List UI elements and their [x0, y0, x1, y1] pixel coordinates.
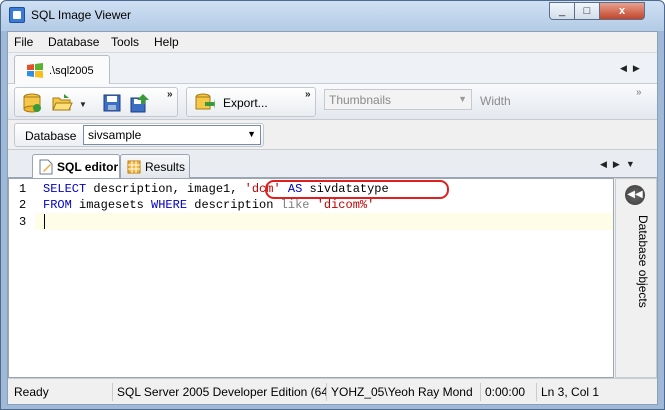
status-bar: Ready SQL Server 2005 Developer Edition …: [8, 378, 657, 404]
export-button[interactable]: Export...: [223, 96, 268, 110]
chevron-down-icon: ▼: [458, 94, 467, 104]
server-tab[interactable]: .\sql2005: [14, 55, 110, 85]
chevron-down-icon: ▼: [247, 129, 256, 139]
save-icon[interactable]: [101, 92, 123, 114]
server-tab-label: .\sql2005: [49, 65, 94, 77]
line-number: 1: [19, 182, 27, 196]
line-number: 2: [19, 198, 27, 212]
app-icon: [9, 7, 25, 23]
database-selector-group: Database sivsample ▼: [14, 123, 264, 147]
client-area: File Database Tools Help .\sql2005 ◀▶ ▼ …: [7, 31, 658, 405]
code-text: description, image1,: [86, 182, 245, 196]
menu-file[interactable]: File: [14, 35, 33, 49]
close-button[interactable]: x: [599, 2, 645, 20]
export-overflow-chevron[interactable]: »: [305, 89, 311, 100]
line-number: 3: [19, 215, 27, 229]
export-icon[interactable]: [193, 92, 215, 114]
editor-tab-strip: SQL editor Results ◀▶▼: [8, 150, 657, 179]
status-elapsed: 0:00:00: [480, 383, 536, 401]
string-literal: 'dicom%': [316, 198, 375, 212]
code-text: imagesets: [71, 198, 152, 212]
database-objects-panel: ◀◀ Database objects: [615, 178, 657, 378]
open-dropdown-caret[interactable]: ▼: [79, 100, 87, 109]
keyword-select: SELECT: [43, 182, 87, 196]
database-select[interactable]: sivsample ▼: [83, 125, 261, 145]
menu-tools[interactable]: Tools: [111, 35, 139, 49]
status-cursor-position: Ln 3, Col 1: [536, 383, 654, 401]
menu-bar: File Database Tools Help: [8, 32, 657, 52]
view-mode-value: Thumbnails: [329, 93, 392, 107]
grid-icon: [127, 160, 141, 174]
title-bar[interactable]: SQL Image Viewer _ □ x: [1, 1, 664, 31]
window-title: SQL Image Viewer: [31, 8, 132, 22]
line-number-gutter: 1 2 3: [9, 179, 35, 377]
tab-results-label: Results: [145, 160, 186, 174]
status-state: Ready: [14, 385, 49, 399]
folder-open-icon[interactable]: [51, 92, 73, 114]
menu-database[interactable]: Database: [48, 35, 99, 49]
view-overflow-chevron[interactable]: »: [636, 87, 642, 98]
status-user: YOHZ_05\Yeoh Ray Mond: [326, 383, 480, 401]
keyword-from: FROM: [43, 198, 72, 212]
highlight-annotation-ellipse: [265, 180, 449, 199]
view-mode-select[interactable]: Thumbnails ▼: [324, 89, 472, 110]
maximize-button[interactable]: □: [574, 2, 600, 20]
tab-sql-editor-label: SQL editor: [57, 160, 119, 174]
toolbar-overflow-chevron[interactable]: »: [167, 89, 173, 100]
main-toolbar: ▼ » Export... » Thumbnails ▼ Width »: [8, 84, 657, 120]
editor-tab-scroll-arrows[interactable]: ◀▶▼: [600, 159, 641, 170]
status-server: SQL Server 2005 Developer Edition (64-l: [112, 383, 326, 401]
menu-help[interactable]: Help: [154, 35, 179, 49]
width-label: Width: [480, 94, 511, 108]
save-all-icon[interactable]: [129, 92, 151, 114]
database-bar: Database sivsample ▼: [8, 120, 657, 150]
database-selected-value: sivsample: [88, 128, 142, 142]
database-objects-label[interactable]: Database objects: [636, 215, 650, 308]
collapse-left-icon[interactable]: ◀◀: [625, 185, 645, 205]
sql-editor-icon: [39, 159, 53, 175]
keyword-where: WHERE: [151, 198, 188, 212]
app-window: SQL Image Viewer _ □ x File Database Too…: [0, 0, 665, 410]
text-caret: [44, 214, 45, 229]
file-toolbar-group: ▼ »: [14, 87, 178, 117]
database-label: Database: [25, 129, 77, 143]
minimize-button[interactable]: _: [549, 2, 575, 20]
database-add-icon[interactable]: [21, 92, 43, 114]
code-line-2: FROM imagesets WHERE description like 'd…: [43, 198, 374, 212]
operator-like: like: [280, 198, 310, 212]
server-tab-scroll-arrows[interactable]: ◀▶: [620, 63, 646, 74]
sql-editor[interactable]: 1 2 3 SELECT description, image1, 'dcm' …: [8, 178, 614, 378]
export-toolbar-group: Export... »: [186, 87, 316, 117]
tab-results[interactable]: Results: [120, 154, 190, 178]
windows-server-icon: [27, 63, 43, 78]
tab-sql-editor[interactable]: SQL editor: [32, 154, 120, 179]
current-line-highlight: [35, 213, 613, 230]
server-tab-strip: .\sql2005 ◀▶: [8, 52, 657, 85]
code-text: description: [187, 198, 281, 212]
